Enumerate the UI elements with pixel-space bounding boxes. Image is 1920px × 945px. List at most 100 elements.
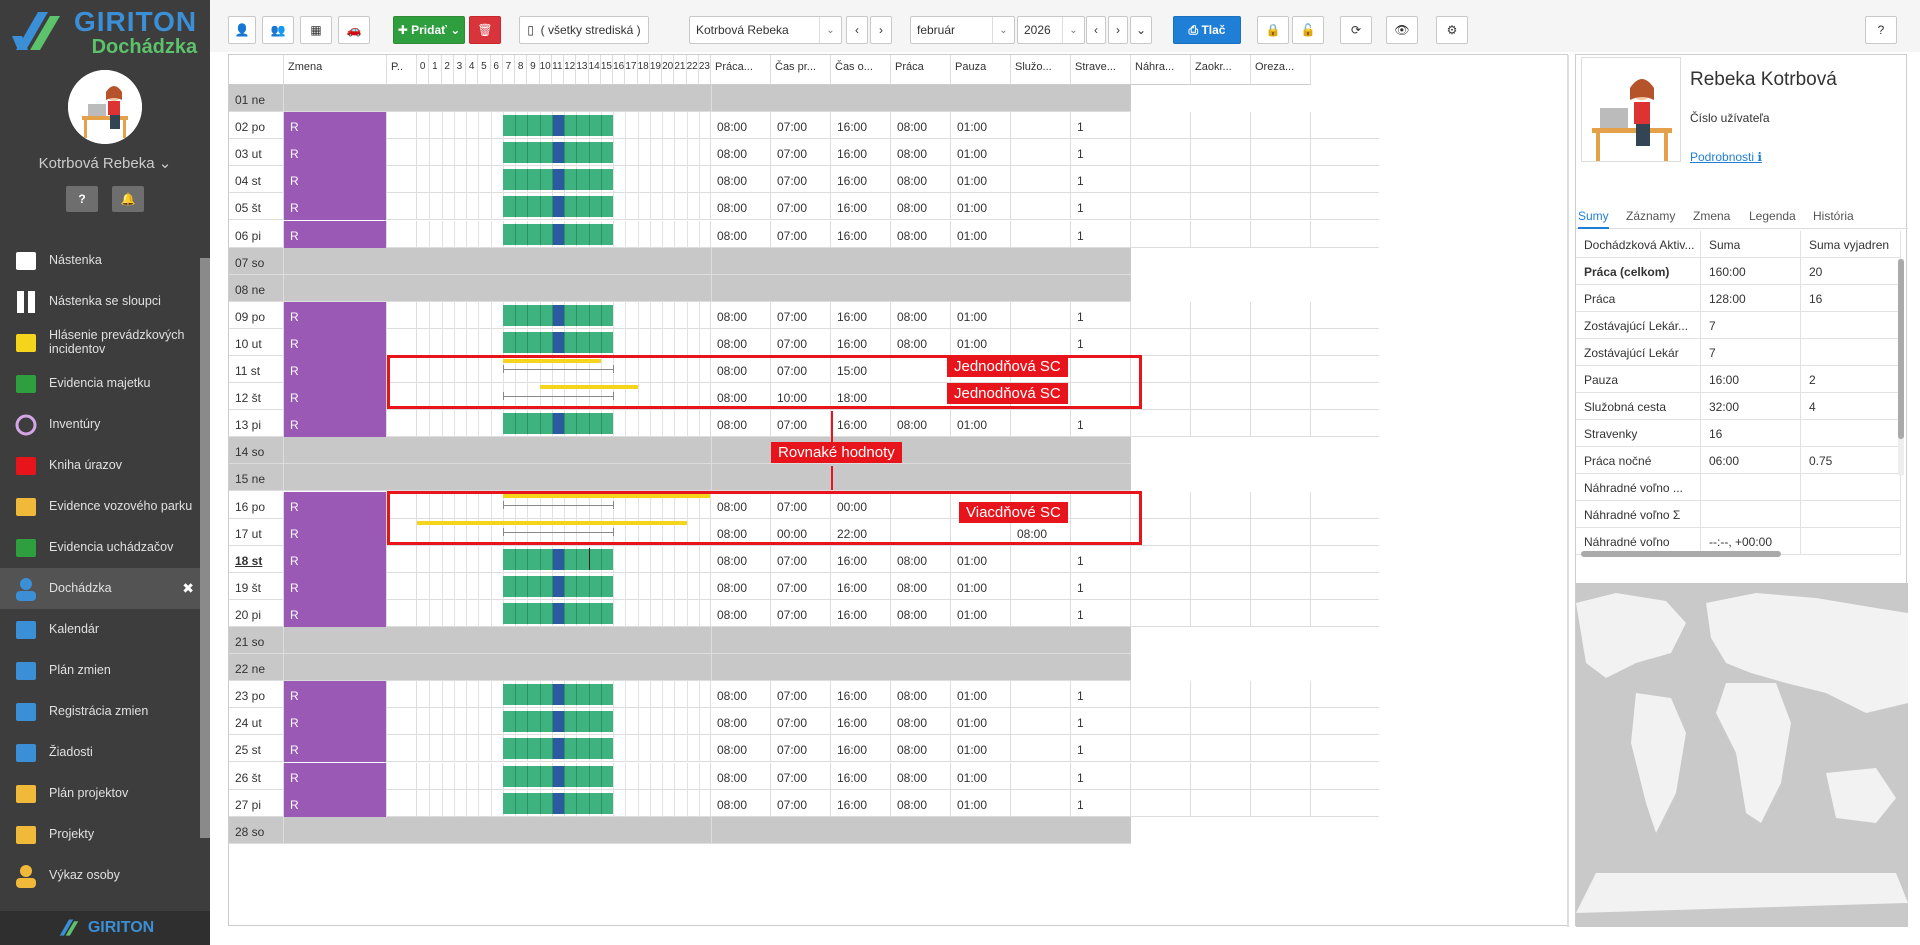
value-cell-praca[interactable]: 08:00 bbox=[891, 193, 951, 221]
sidebar-item-0[interactable]: Nástenka bbox=[0, 240, 200, 281]
value-cell-sluz[interactable] bbox=[1011, 166, 1071, 194]
tab-2[interactable]: Zmena bbox=[1693, 203, 1730, 229]
day-cell[interactable]: 24 ut bbox=[229, 708, 284, 736]
value-cell-nahr[interactable] bbox=[1131, 762, 1191, 790]
value-cell-prich[interactable]: 07:00 bbox=[771, 112, 831, 140]
value-cell-strav[interactable]: 1 bbox=[1071, 545, 1131, 573]
value-cell-sluz[interactable] bbox=[1011, 220, 1071, 248]
column-header-zaokr[interactable]: Zaokr... bbox=[1191, 55, 1251, 85]
value-cell-oreza[interactable] bbox=[1251, 762, 1311, 790]
hour-header[interactable]: 22 bbox=[686, 55, 699, 85]
column-header-sluz[interactable]: Služo... bbox=[1011, 55, 1071, 85]
timeline-cell[interactable] bbox=[417, 301, 711, 329]
hour-header[interactable]: 17 bbox=[625, 55, 638, 85]
value-cell-praca[interactable]: 08:00 bbox=[891, 681, 951, 709]
value-cell-prac[interactable]: 08:00 bbox=[711, 708, 771, 736]
sidebar-item-11[interactable]: Registrácia zmien bbox=[0, 691, 200, 732]
shift-cell[interactable]: R bbox=[284, 139, 387, 167]
hour-header[interactable]: 15 bbox=[600, 55, 613, 85]
day-cell[interactable]: 03 ut bbox=[229, 139, 284, 167]
prev-person-button[interactable]: ‹ bbox=[846, 16, 868, 44]
p-cell[interactable] bbox=[387, 735, 417, 763]
value-cell-prac[interactable]: 08:00 bbox=[711, 572, 771, 600]
timeline-cell[interactable] bbox=[417, 599, 711, 627]
table-row[interactable]: 08 ne bbox=[229, 274, 1379, 302]
hour-header[interactable]: 21 bbox=[674, 55, 687, 85]
table-row[interactable]: 24 ut R 08:00 07:00 16:00 08:00 01:00 1 bbox=[229, 708, 1379, 736]
timeline-cell[interactable] bbox=[417, 545, 711, 573]
value-cell-oreza[interactable] bbox=[1251, 328, 1311, 356]
hour-header[interactable]: 13 bbox=[576, 55, 589, 85]
calendar-view-button[interactable]: ▦ bbox=[300, 16, 332, 44]
table-row[interactable]: 06 pi R 08:00 07:00 16:00 08:00 01:00 1 bbox=[229, 220, 1379, 248]
table-row[interactable]: 28 so bbox=[229, 816, 1379, 844]
day-cell[interactable]: 01 ne bbox=[229, 85, 284, 112]
value-cell-nahr[interactable] bbox=[1131, 410, 1191, 438]
value-cell-pauza[interactable]: 01:00 bbox=[951, 193, 1011, 221]
tab-1[interactable]: Záznamy bbox=[1626, 203, 1675, 229]
timeline-cell[interactable] bbox=[417, 410, 711, 438]
sidebar-item-8[interactable]: Dochádzka ✖ bbox=[0, 568, 200, 609]
month-select[interactable]: február ⌄ bbox=[910, 16, 1015, 44]
sidebar-item-12[interactable]: Žiadosti bbox=[0, 732, 200, 773]
value-cell-zaokr[interactable] bbox=[1191, 599, 1251, 627]
value-cell-strav[interactable]: 1 bbox=[1071, 301, 1131, 329]
sidebar-item-6[interactable]: Evidence vozového parku bbox=[0, 486, 200, 527]
day-cell[interactable]: 28 so bbox=[229, 816, 284, 844]
value-cell-oreza[interactable] bbox=[1251, 301, 1311, 329]
value-cell-sluz[interactable] bbox=[1011, 735, 1071, 763]
centers-selector[interactable]: ▯ ( všetky strediská ) bbox=[519, 16, 649, 44]
day-cell[interactable]: 07 so bbox=[229, 247, 284, 275]
value-cell-prich[interactable]: 07:00 bbox=[771, 735, 831, 763]
hour-header[interactable]: 2 bbox=[441, 55, 454, 85]
value-cell-prich[interactable]: 07:00 bbox=[771, 410, 831, 438]
timeline-cell[interactable] bbox=[417, 166, 711, 194]
value-cell-prac[interactable]: 08:00 bbox=[711, 545, 771, 573]
tab-3[interactable]: Legenda bbox=[1749, 203, 1796, 229]
value-cell-odch[interactable]: 16:00 bbox=[831, 681, 891, 709]
value-cell-oreza[interactable] bbox=[1251, 708, 1311, 736]
value-cell-sluz[interactable] bbox=[1011, 762, 1071, 790]
notifications-button[interactable]: 🔔 bbox=[112, 186, 144, 212]
shift-cell[interactable]: R bbox=[284, 328, 387, 356]
value-cell-prac[interactable]: 08:00 bbox=[711, 166, 771, 194]
p-cell[interactable] bbox=[387, 220, 417, 248]
group-view-button[interactable]: 👥 bbox=[262, 16, 294, 44]
value-cell-pauza[interactable]: 01:00 bbox=[951, 545, 1011, 573]
table-row[interactable]: 10 ut R 08:00 07:00 16:00 08:00 01:00 1 bbox=[229, 328, 1379, 356]
value-cell-prich[interactable]: 07:00 bbox=[771, 708, 831, 736]
column-header-day[interactable] bbox=[229, 55, 284, 85]
value-cell-oreza[interactable] bbox=[1251, 383, 1311, 411]
value-cell-odch[interactable]: 16:00 bbox=[831, 410, 891, 438]
hour-header[interactable]: 1 bbox=[429, 55, 442, 85]
value-cell-oreza[interactable] bbox=[1251, 410, 1311, 438]
day-cell[interactable]: 05 št bbox=[229, 193, 284, 221]
value-cell-nahr[interactable] bbox=[1131, 166, 1191, 194]
p-cell[interactable] bbox=[387, 410, 417, 438]
value-cell-prac[interactable]: 08:00 bbox=[711, 328, 771, 356]
value-cell-zaokr[interactable] bbox=[1191, 518, 1251, 546]
value-cell-zaokr[interactable] bbox=[1191, 139, 1251, 167]
timeline-cell[interactable] bbox=[417, 762, 711, 790]
value-cell-pauza[interactable]: 01:00 bbox=[951, 328, 1011, 356]
value-cell-nahr[interactable] bbox=[1131, 193, 1191, 221]
shift-cell[interactable]: R bbox=[284, 681, 387, 709]
table-row[interactable]: 20 pi R 08:00 07:00 16:00 08:00 01:00 1 bbox=[229, 599, 1379, 627]
day-cell[interactable]: 06 pi bbox=[229, 220, 284, 248]
work-bar[interactable] bbox=[502, 602, 613, 624]
table-row[interactable]: 21 so bbox=[229, 627, 1379, 654]
panel-divider[interactable] bbox=[1567, 55, 1569, 927]
table-row[interactable]: 26 št R 08:00 07:00 16:00 08:00 01:00 1 bbox=[229, 762, 1379, 790]
value-cell-sluz[interactable] bbox=[1011, 139, 1071, 167]
shift-cell[interactable]: R bbox=[284, 220, 387, 248]
value-cell-pauza[interactable]: 01:00 bbox=[951, 762, 1011, 790]
value-cell-odch[interactable]: 16:00 bbox=[831, 220, 891, 248]
shift-cell[interactable]: R bbox=[284, 735, 387, 763]
value-cell-pauza[interactable]: 01:00 bbox=[951, 789, 1011, 817]
value-cell-oreza[interactable] bbox=[1251, 491, 1311, 519]
value-cell-odch[interactable]: 16:00 bbox=[831, 599, 891, 627]
value-cell-prich[interactable]: 07:00 bbox=[771, 599, 831, 627]
value-cell-strav[interactable]: 1 bbox=[1071, 220, 1131, 248]
shift-cell[interactable]: R bbox=[284, 491, 387, 519]
p-cell[interactable] bbox=[387, 599, 417, 627]
